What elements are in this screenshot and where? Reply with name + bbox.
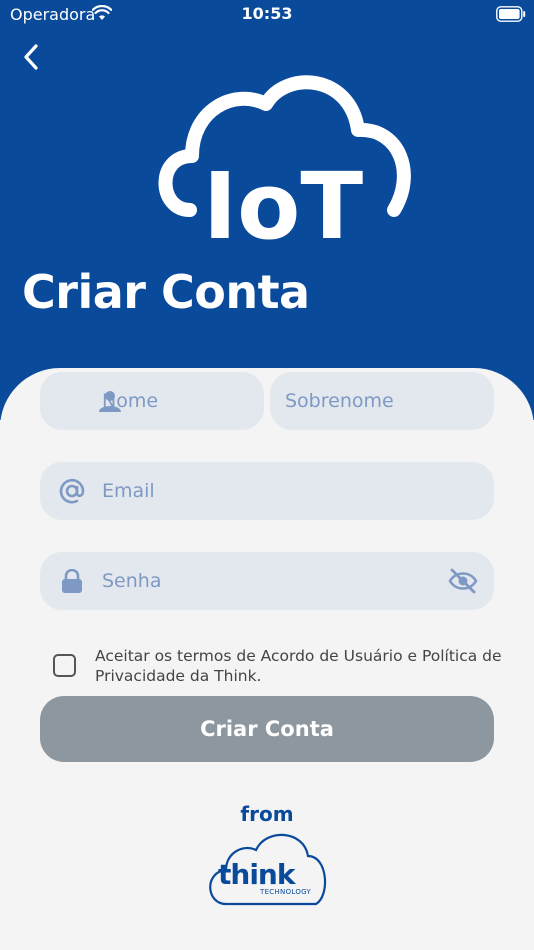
- page-title: Criar Conta: [22, 265, 310, 319]
- first-name-field[interactable]: [40, 372, 264, 430]
- status-bar: Operadora 10:53: [0, 0, 534, 30]
- password-field[interactable]: [40, 552, 494, 610]
- battery-icon: [496, 6, 526, 22]
- status-time: 10:53: [241, 4, 293, 23]
- lock-icon: [62, 569, 82, 593]
- iot-logo: IoT: [158, 75, 411, 254]
- think-brand-text: think: [218, 858, 295, 891]
- back-button[interactable]: [14, 40, 48, 74]
- logo-text: IoT: [203, 153, 363, 254]
- eye-slash-icon[interactable]: [448, 567, 478, 595]
- think-brand-sub: TECHNOLOGY: [260, 888, 312, 896]
- chevron-left-icon: [24, 44, 38, 70]
- password-input[interactable]: [102, 552, 432, 610]
- terms-label: Aceitar os termos de Acordo de Usuário e…: [95, 647, 502, 685]
- terms-checkbox[interactable]: [53, 654, 76, 677]
- create-account-button[interactable]: Criar Conta: [40, 696, 494, 762]
- think-logo: think TECHNOLOGY: [204, 826, 330, 910]
- at-icon: [59, 478, 85, 504]
- last-name-input[interactable]: [285, 372, 485, 430]
- email-field[interactable]: [40, 462, 494, 520]
- first-name-input[interactable]: [102, 372, 258, 430]
- email-input[interactable]: [102, 462, 482, 520]
- from-label: from: [240, 802, 294, 826]
- last-name-field[interactable]: [270, 372, 494, 430]
